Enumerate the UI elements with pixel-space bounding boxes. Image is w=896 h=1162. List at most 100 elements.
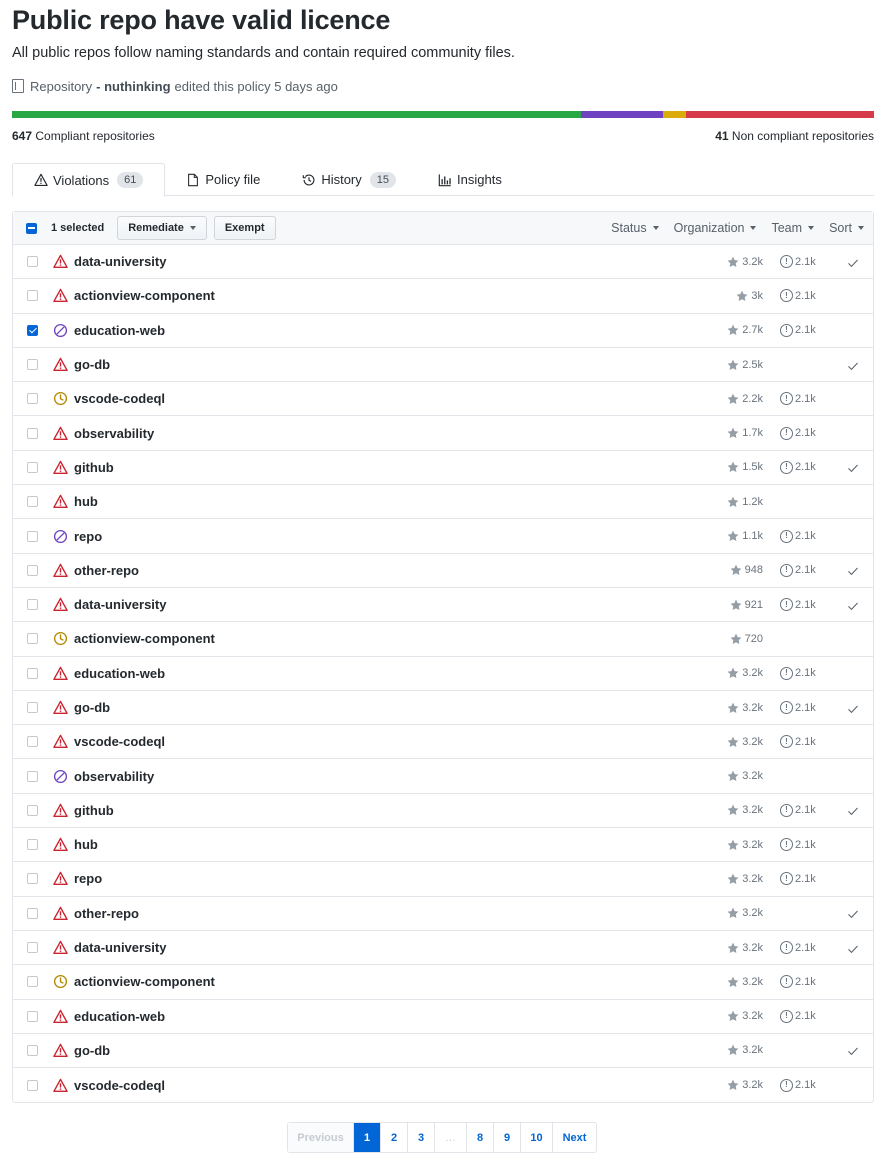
filter-status[interactable]: Status <box>611 221 659 235</box>
table-row[interactable]: go-db 3.2k <box>13 1034 873 1069</box>
page-button-3[interactable]: 3 <box>408 1123 435 1152</box>
row-checkbox[interactable] <box>27 427 38 439</box>
repo-name-link[interactable]: data-university <box>74 254 166 269</box>
exempt-button[interactable]: Exempt <box>213 216 276 240</box>
table-row[interactable]: data-university 921! 2.1k <box>13 588 873 623</box>
repo-name-link[interactable]: vscode-codeql <box>74 734 165 749</box>
table-row[interactable]: observability 3.2k <box>13 759 873 794</box>
table-row[interactable]: hub 1.2k <box>13 485 873 520</box>
row-checkbox[interactable] <box>27 359 38 371</box>
row-checkbox[interactable] <box>27 942 38 954</box>
row-checkbox[interactable] <box>27 1010 38 1022</box>
table-row[interactable]: education-web 2.7k! 2.1k <box>13 314 873 348</box>
repo-name-link[interactable]: actionview-component <box>74 288 215 303</box>
row-checkbox[interactable] <box>27 770 38 782</box>
policy-page: Public repo have valid licence All publi… <box>12 0 874 1104</box>
table-row[interactable]: hub 3.2k! 2.1k <box>13 828 873 863</box>
repo-name-link[interactable]: data-university <box>74 940 166 955</box>
repo-name-link[interactable]: observability <box>74 769 154 784</box>
page-button-2[interactable]: 2 <box>381 1123 408 1152</box>
row-checkbox[interactable] <box>27 702 38 713</box>
row-checkbox[interactable] <box>27 736 38 748</box>
repo-name-link[interactable]: go-db <box>74 1043 110 1058</box>
table-row[interactable]: go-db 3.2k! 2.1k <box>13 691 873 726</box>
row-checkbox[interactable] <box>27 1044 38 1056</box>
table-row[interactable]: vscode-codeql 2.2k! 2.1k <box>13 382 873 417</box>
row-checkbox[interactable] <box>27 839 38 851</box>
previous-page-button[interactable]: Previous <box>288 1123 354 1152</box>
page-button-1[interactable]: 1 <box>354 1123 381 1152</box>
page-button-10[interactable]: 10 <box>521 1123 553 1152</box>
table-row[interactable]: vscode-codeql 3.2k! 2.1k <box>13 1068 873 1102</box>
table-row[interactable]: vscode-codeql 3.2k! 2.1k <box>13 725 873 760</box>
row-checkbox[interactable] <box>27 496 38 508</box>
filter-organization[interactable]: Organization <box>674 221 757 235</box>
row-checkbox[interactable] <box>27 393 38 405</box>
table-row[interactable]: actionview-component 720 <box>13 622 873 657</box>
repo-name-link[interactable]: observability <box>74 426 154 441</box>
row-checkbox[interactable] <box>27 976 38 988</box>
tab-label: Insights <box>457 172 502 187</box>
row-checkbox[interactable] <box>27 907 38 919</box>
repo-name-link[interactable]: education-web <box>74 1009 165 1024</box>
repo-name-link[interactable]: actionview-component <box>74 974 215 989</box>
meta-user[interactable]: - nuthinking <box>96 79 170 94</box>
table-row[interactable]: data-university 3.2k! 2.1k <box>13 245 873 280</box>
table-row[interactable]: data-university 3.2k! 2.1k <box>13 931 873 966</box>
repo-name-link[interactable]: github <box>74 803 114 818</box>
row-checkbox[interactable] <box>27 324 38 336</box>
repo-name-link[interactable]: data-university <box>74 597 166 612</box>
row-checkbox[interactable] <box>27 599 38 611</box>
page-button-9[interactable]: 9 <box>494 1123 521 1152</box>
repo-name-link[interactable]: other-repo <box>74 563 139 578</box>
tab-history[interactable]: History 15 <box>281 163 417 196</box>
page-button-8[interactable]: 8 <box>467 1123 494 1152</box>
row-checkbox[interactable] <box>27 804 38 816</box>
issues-value: 2.1k <box>795 598 816 611</box>
next-page-button[interactable]: Next <box>553 1123 596 1152</box>
table-row[interactable]: other-repo 3.2k <box>13 897 873 931</box>
table-row[interactable]: github 1.5k! 2.1k <box>13 451 873 486</box>
row-checkbox[interactable] <box>27 290 38 302</box>
filter-team[interactable]: Team <box>771 221 815 235</box>
repo-name-link[interactable]: actionview-component <box>74 631 215 646</box>
row-checkbox[interactable] <box>27 667 38 679</box>
repo-name-link[interactable]: vscode-codeql <box>74 391 165 406</box>
repo-name-link[interactable]: go-db <box>74 700 110 715</box>
row-checkbox[interactable] <box>27 564 38 576</box>
table-row[interactable]: other-repo 948! 2.1k <box>13 554 873 588</box>
table-row[interactable]: repo 1.1k! 2.1k <box>13 519 873 554</box>
table-row[interactable]: education-web 3.2k! 2.1k <box>13 1000 873 1034</box>
row-checkbox[interactable] <box>27 530 38 542</box>
repo-name-link[interactable]: go-db <box>74 357 110 372</box>
repo-name-link[interactable]: github <box>74 460 114 475</box>
tab-violations[interactable]: Violations 61 <box>12 163 166 197</box>
repo-name-link[interactable]: repo <box>74 871 102 886</box>
repo-name-link[interactable]: hub <box>74 837 98 852</box>
filter-sort[interactable]: Sort <box>829 221 864 235</box>
select-all-checkbox[interactable] <box>26 222 37 234</box>
table-row[interactable]: repo 3.2k! 2.1k <box>13 862 873 897</box>
table-row[interactable]: education-web 3.2k! 2.1k <box>13 657 873 691</box>
stars-value: 3.2k <box>742 872 763 885</box>
table-row[interactable]: observability 1.7k! 2.1k <box>13 416 873 451</box>
remediate-button[interactable]: Remediate <box>117 216 207 240</box>
repo-name-link[interactable]: education-web <box>74 323 165 338</box>
repo-name-link[interactable]: education-web <box>74 666 165 681</box>
repo-name-link[interactable]: vscode-codeql <box>74 1078 165 1093</box>
repo-name-link[interactable]: hub <box>74 494 98 509</box>
table-row[interactable]: actionview-component 3.2k! 2.1k <box>13 965 873 1000</box>
repo-name-link[interactable]: other-repo <box>74 906 139 921</box>
row-checkbox[interactable] <box>27 461 38 473</box>
repo-name-link[interactable]: repo <box>74 529 102 544</box>
table-row[interactable]: github 3.2k! 2.1k <box>13 794 873 829</box>
tab-policy-file[interactable]: Policy file <box>165 163 281 196</box>
row-checkbox[interactable] <box>27 256 38 268</box>
table-row[interactable]: go-db 2.5k <box>13 348 873 383</box>
table-row[interactable]: actionview-component 3k! 2.1k <box>13 279 873 314</box>
row-checkbox[interactable] <box>27 633 38 645</box>
row-checkbox[interactable] <box>27 873 38 885</box>
tab-insights[interactable]: Insights <box>417 163 523 196</box>
row-checkbox[interactable] <box>27 1079 38 1091</box>
issues-count: ! 2.1k <box>780 529 816 543</box>
